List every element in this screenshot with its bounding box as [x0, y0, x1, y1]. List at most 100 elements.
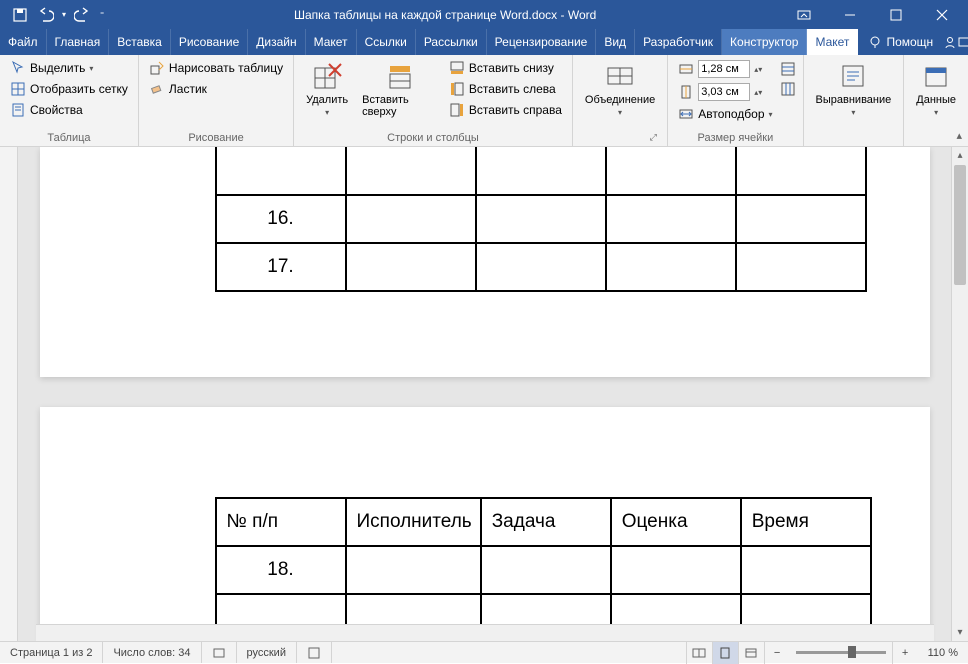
properties-button[interactable]: Свойства [6, 100, 132, 120]
tab-file[interactable]: Файл [0, 29, 47, 55]
collapse-ribbon-icon[interactable]: ▴ [956, 129, 962, 142]
width-icon [678, 84, 694, 100]
horizontal-scrollbar[interactable] [36, 624, 934, 641]
table-row[interactable]: 17. [216, 243, 866, 291]
width-input[interactable] [698, 83, 750, 101]
page-number-status[interactable]: Страница 1 из 2 [0, 642, 103, 663]
group-rows-columns: Удалить▾ Вставить сверху Вставить снизу … [294, 55, 573, 146]
close-icon[interactable] [920, 1, 964, 29]
account-icon[interactable] [957, 29, 968, 55]
share-icon[interactable] [943, 29, 957, 55]
print-layout-icon [718, 646, 732, 660]
scroll-up-icon[interactable]: ▴ [952, 147, 968, 164]
data-button[interactable]: Данные▾ [910, 58, 962, 130]
autofit-icon [678, 106, 694, 122]
vertical-scrollbar[interactable]: ▴ ▾ [951, 147, 968, 641]
zoom-in-button[interactable]: + [892, 642, 918, 664]
cursor-icon [10, 60, 26, 76]
insert-left-icon [449, 81, 465, 97]
distribute-rows-button[interactable] [779, 60, 797, 78]
alignment-icon [837, 60, 869, 92]
document-area: 16. 17. № п/п Исполнитель Задача Оценка … [0, 147, 968, 641]
quick-access-toolbar: ▾ ⁼ [0, 3, 108, 27]
undo-dropdown-icon[interactable]: ▾ [60, 10, 68, 19]
table-row[interactable]: 16. [216, 195, 866, 243]
group-label [910, 130, 962, 146]
tab-mailings[interactable]: Рассылки [416, 29, 487, 55]
title-bar: ▾ ⁼ Шапка таблицы на каждой странице Wor… [0, 0, 968, 29]
spellcheck-icon [212, 646, 226, 660]
tab-table-design[interactable]: Конструктор [722, 29, 807, 55]
table-row[interactable]: 18. [216, 546, 871, 594]
tab-insert[interactable]: Вставка [109, 29, 171, 55]
read-mode-icon [692, 646, 706, 660]
status-bar: Страница 1 из 2 Число слов: 34 русский −… [0, 641, 968, 663]
merge-icon [604, 60, 636, 92]
web-layout-icon [744, 646, 758, 660]
tab-layout[interactable]: Макет [306, 29, 357, 55]
spell-check-status[interactable] [202, 642, 237, 663]
tab-review[interactable]: Рецензирование [487, 29, 597, 55]
document-table[interactable]: 16. 17. [215, 147, 867, 292]
tell-me-button[interactable]: Помощн [858, 29, 943, 55]
properties-icon [10, 102, 26, 118]
scroll-thumb[interactable] [954, 165, 966, 285]
group-label [810, 130, 898, 146]
macro-icon [307, 646, 321, 660]
qat-customize-icon[interactable]: ⁼ [96, 10, 108, 19]
tab-references[interactable]: Ссылки [357, 29, 416, 55]
select-button[interactable]: Выделить▾ [6, 58, 132, 78]
redo-icon[interactable] [70, 3, 94, 27]
col-width-field[interactable]: ▴▾ [674, 81, 776, 103]
tab-view[interactable]: Вид [596, 29, 635, 55]
autofit-button[interactable]: Автоподбор▾ [674, 104, 776, 124]
insert-above-button[interactable]: Вставить сверху [356, 58, 443, 130]
merge-button[interactable]: Объединение▾ [579, 58, 661, 130]
alignment-button[interactable]: Выравнивание▾ [810, 58, 898, 130]
draw-table-button[interactable]: Нарисовать таблицу [145, 58, 287, 78]
tab-draw[interactable]: Рисование [171, 29, 248, 55]
group-merge: Объединение▾ ⤢ [573, 55, 668, 146]
document-pages[interactable]: 16. 17. № п/п Исполнитель Задача Оценка … [18, 147, 951, 641]
maximize-icon[interactable] [874, 1, 918, 29]
group-draw: Нарисовать таблицу Ластик Рисование [139, 55, 294, 146]
minimize-icon[interactable] [828, 1, 872, 29]
ribbon-display-icon[interactable] [782, 1, 826, 29]
zoom-level-status[interactable]: 110 % [918, 642, 968, 663]
ribbon-tabs: Файл Главная Вставка Рисование Дизайн Ма… [0, 29, 968, 55]
scroll-down-icon[interactable]: ▾ [952, 624, 968, 641]
row-height-field[interactable]: ▴▾ [674, 58, 776, 80]
zoom-slider[interactable] [796, 651, 886, 654]
tab-developer[interactable]: Разработчик [635, 29, 722, 55]
distribute-cols-button[interactable] [779, 80, 797, 98]
insert-below-button[interactable]: Вставить снизу [445, 58, 566, 78]
document-table[interactable]: № п/п Исполнитель Задача Оценка Время 18… [215, 497, 872, 641]
group-alignment: Выравнивание▾ [804, 55, 905, 146]
lightbulb-icon [868, 35, 882, 49]
language-status[interactable]: русский [237, 642, 297, 663]
insert-left-button[interactable]: Вставить слева [445, 79, 566, 99]
group-label: ⤢ [579, 130, 661, 146]
tab-design[interactable]: Дизайн [248, 29, 305, 55]
dialog-launcher-icon[interactable]: ⤢ [647, 132, 659, 144]
view-gridlines-button[interactable]: Отобразить сетку [6, 79, 132, 99]
zoom-out-button[interactable]: − [764, 642, 790, 664]
macro-status[interactable] [297, 642, 332, 663]
vertical-ruler[interactable] [0, 147, 18, 641]
read-mode-button[interactable] [686, 642, 712, 664]
insert-right-icon [449, 102, 465, 118]
web-layout-button[interactable] [738, 642, 764, 664]
table-header-row[interactable]: № п/п Исполнитель Задача Оценка Время [216, 498, 871, 546]
insert-right-button[interactable]: Вставить справа [445, 100, 566, 120]
eraser-button[interactable]: Ластик [145, 79, 287, 99]
table-row[interactable] [216, 147, 866, 195]
zoom-thumb[interactable] [848, 646, 856, 658]
undo-icon[interactable] [34, 3, 58, 27]
height-input[interactable] [698, 60, 750, 78]
word-count-status[interactable]: Число слов: 34 [103, 642, 201, 663]
delete-button[interactable]: Удалить▾ [300, 58, 354, 130]
save-icon[interactable] [8, 3, 32, 27]
tab-home[interactable]: Главная [47, 29, 110, 55]
tab-table-layout[interactable]: Макет [807, 29, 858, 55]
print-layout-button[interactable] [712, 642, 738, 664]
